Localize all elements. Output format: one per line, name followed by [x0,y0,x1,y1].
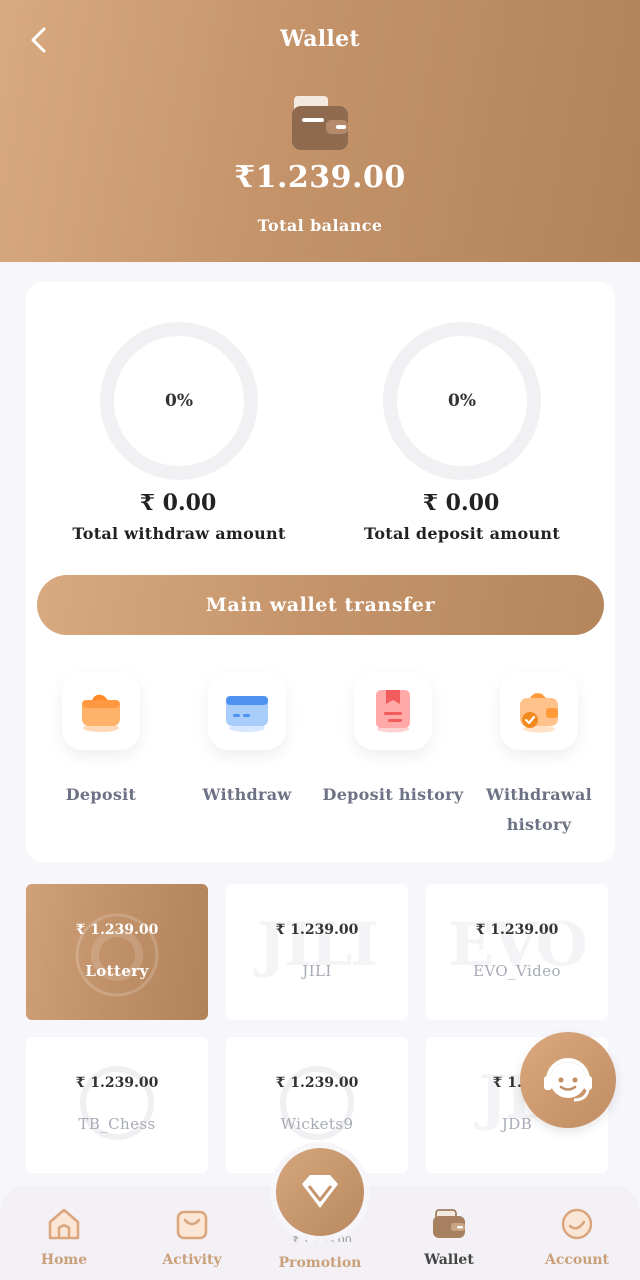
deposit-history-label: Deposit history [322,785,464,804]
customer-support-button[interactable] [520,1032,616,1128]
nav-account[interactable]: Account [522,1206,632,1268]
game-tile-tb-chess[interactable]: ₹ 1.239.00 TB_Chess [26,1037,208,1173]
game-tile-evo-video[interactable]: EVO ₹ 1.239.00 EVO_Video [426,884,608,1020]
wallet-header: Wallet ₹1.239.00 Total balance [0,0,640,262]
nav-promotion-button[interactable] [276,1148,364,1236]
nav-home[interactable]: Home [9,1206,119,1268]
total-balance-label: Total balance [257,216,383,235]
nav-activity-label: Activity [162,1252,222,1268]
diamond-icon [302,1175,338,1208]
withdrawal-history-label: Withdrawal history [486,785,592,834]
deposit-percent: 0% [448,391,476,411]
deposit-label: Deposit [65,785,137,804]
game-balance: ₹ 1.239.00 [75,922,159,938]
nav-wallet-label: Wallet [424,1252,474,1268]
withdraw-label: Withdraw [202,785,292,804]
game-name: Wickets9 [280,1115,354,1133]
game-balance: ₹ 1.239.00 [475,922,559,938]
deposit-action[interactable]: Deposit [26,672,176,810]
game-tile-lottery[interactable]: ₹ 1.239.00 Lottery [26,884,208,1020]
game-name: TB_Chess [78,1115,156,1133]
nav-home-label: Home [40,1252,88,1268]
total-balance-amount: ₹1.239.00 [234,160,406,195]
nav-promotion-label[interactable]: Promotion [265,1255,375,1271]
game-balance: ₹ 1.239.00 [75,1075,159,1091]
withdraw-percent: 0% [165,391,193,411]
deposit-history-icon [354,672,432,750]
game-name: EVO_Video [473,962,561,980]
total-deposit-amount: ₹ 0.00 [422,490,500,516]
wallet-icon [290,94,352,152]
page-title: Wallet [280,26,360,52]
withdrawal-history-action[interactable]: Withdrawal history [464,672,614,840]
total-withdraw-amount: ₹ 0.00 [139,490,217,516]
game-name: Lottery [85,962,149,980]
withdraw-action[interactable]: Withdraw [172,672,322,810]
withdraw-progress-ring: 0% [100,322,258,480]
total-withdraw-label: Total withdraw amount [72,524,286,543]
game-balance: ₹ 1.239.00 [275,1075,359,1091]
game-tile-jili[interactable]: JILI ₹ 1.239.00 JILI [226,884,408,1020]
card-withdraw-icon [208,672,286,750]
wallet-nav-icon [433,1209,465,1238]
withdrawal-history-icon [500,672,578,750]
main-wallet-transfer-button[interactable]: Main wallet transfer [37,575,604,635]
total-deposit-label: Total deposit amount [363,524,561,543]
account-icon [561,1208,593,1240]
home-icon [48,1208,80,1240]
deposit-history-action[interactable]: Deposit history [318,672,468,810]
nav-wallet[interactable]: Wallet [394,1206,504,1268]
game-balance: ₹ 1.239.00 [275,922,359,938]
game-name: JILI [302,962,332,980]
deposit-progress-ring: 0% [383,322,541,480]
wallet-summary-card: 0% 0% ₹ 0.00 ₹ 0.00 Total withdraw amoun… [26,282,615,862]
gift-bag-icon [176,1210,208,1240]
nav-activity[interactable]: Activity [137,1206,247,1268]
headset-agent-icon [544,1058,592,1102]
wallet-deposit-icon [62,672,140,750]
nav-account-label: Account [544,1252,610,1268]
